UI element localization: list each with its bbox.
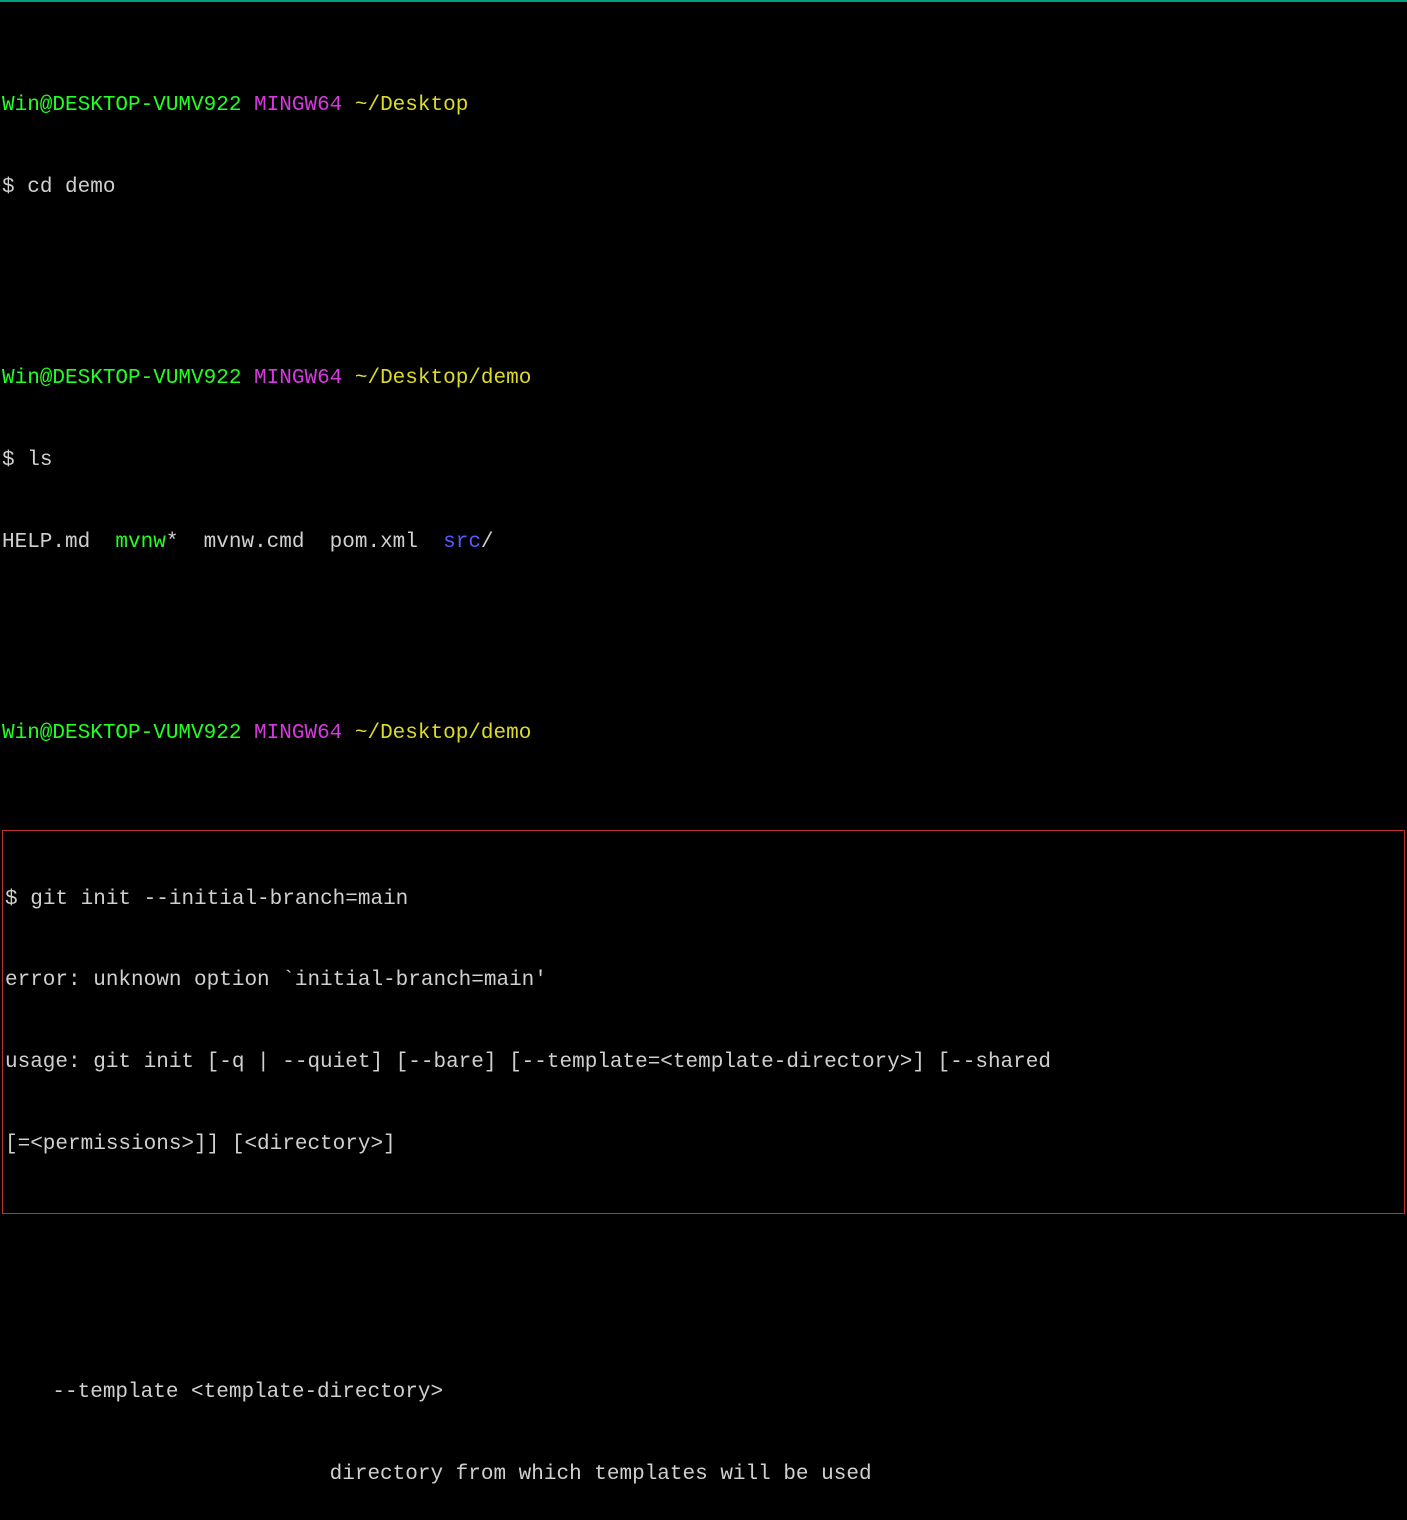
prompt-line-3: Win@DESKTOP-VUMV922 MINGW64 ~/Desktop/de…: [2, 720, 1405, 747]
usage-line-2: [=<permissions>]] [<directory>]: [5, 1131, 1402, 1158]
help-template-desc: directory from which templates will be u…: [2, 1461, 1405, 1488]
blank-line: [2, 256, 1405, 283]
mingw-label: MINGW64: [241, 722, 354, 745]
user-host: Win@DESKTOP-VUMV922: [2, 367, 241, 390]
blank-line: [2, 611, 1405, 638]
file-help-md: HELP.md: [2, 531, 115, 554]
current-path: ~/Desktop: [355, 94, 468, 117]
command-line-2: $ ls: [2, 447, 1405, 474]
mingw-label: MINGW64: [241, 94, 354, 117]
mingw-label: MINGW64: [241, 367, 354, 390]
error-highlight-box: $ git init --initial-branch=main error: …: [2, 830, 1405, 1214]
command-text: ls: [27, 449, 52, 472]
user-host: Win@DESKTOP-VUMV922: [2, 94, 241, 117]
ls-output-line: HELP.md mvnw* mvnw.cmd pom.xml src/: [2, 529, 1405, 556]
dir-src: src: [443, 531, 481, 554]
exec-star: *: [166, 531, 204, 554]
file-mvnw: mvnw: [115, 531, 165, 554]
command-line-3: $ git init --initial-branch=main: [5, 886, 1402, 913]
current-path: ~/Desktop/demo: [355, 722, 531, 745]
prompt-symbol: $: [5, 888, 30, 911]
file-mvnw-cmd-pom: mvnw.cmd pom.xml: [204, 531, 443, 554]
usage-line-1: usage: git init [-q | --quiet] [--bare] …: [5, 1049, 1402, 1076]
command-text: git init --initial-branch=main: [30, 888, 408, 911]
prompt-line-1: Win@DESKTOP-VUMV922 MINGW64 ~/Desktop: [2, 92, 1405, 119]
terminal-window[interactable]: Win@DESKTOP-VUMV922 MINGW64 ~/Desktop $ …: [0, 2, 1407, 1520]
prompt-line-2: Win@DESKTOP-VUMV922 MINGW64 ~/Desktop/de…: [2, 365, 1405, 392]
user-host: Win@DESKTOP-VUMV922: [2, 722, 241, 745]
command-text: cd demo: [27, 176, 115, 199]
current-path: ~/Desktop/demo: [355, 367, 531, 390]
help-template: --template <template-directory>: [2, 1379, 1405, 1406]
dir-slash: /: [481, 531, 494, 554]
prompt-symbol: $: [2, 449, 27, 472]
command-line-1: $ cd demo: [2, 174, 1405, 201]
blank-line: [2, 1297, 1405, 1324]
error-message: error: unknown option `initial-branch=ma…: [5, 967, 1402, 994]
prompt-symbol: $: [2, 176, 27, 199]
